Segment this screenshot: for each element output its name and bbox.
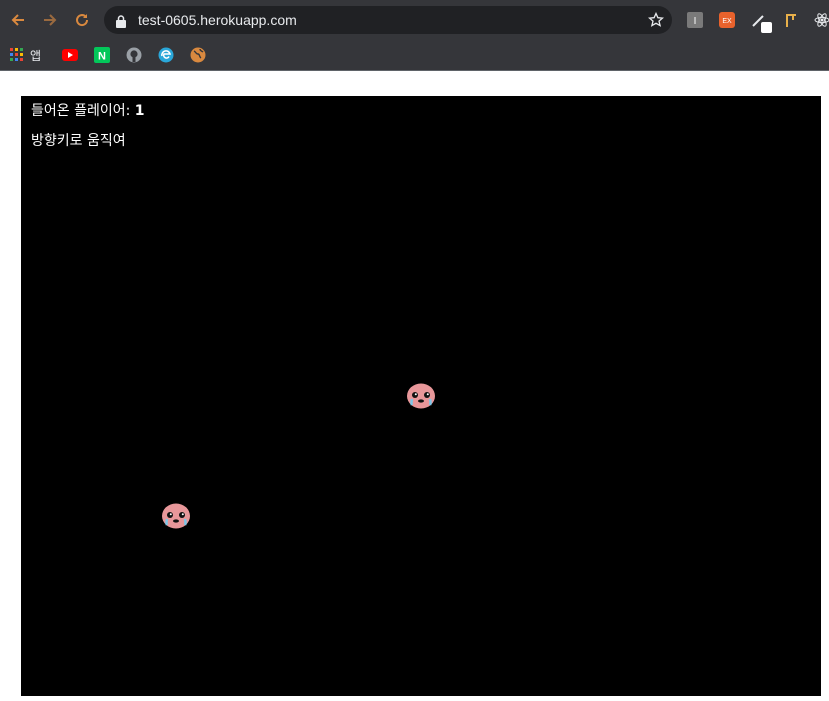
url-text: test-0605.herokuapp.com [138, 12, 297, 28]
player-count-text: 들어온 플레이어: 1 [31, 102, 145, 120]
react-devtools-icon[interactable] [814, 12, 829, 28]
bookmark-apps-label: 앱 [30, 48, 42, 63]
flag-extension-icon[interactable] [784, 12, 800, 28]
bookmark-globe[interactable] [190, 47, 206, 63]
instruction-text: 방향키로 움직여 [31, 133, 126, 149]
bookmark-apps[interactable]: 앱 [10, 47, 41, 63]
ex-extension-icon[interactable]: EX [719, 12, 735, 28]
reload-icon[interactable] [70, 8, 94, 32]
bookmark-naver[interactable]: N [94, 47, 110, 63]
player-count-value: 1 [134, 103, 145, 119]
naver-letter: N [98, 51, 106, 63]
naver-icon: N [94, 47, 110, 63]
github-icon [126, 47, 142, 63]
instapaper-letter: I [694, 16, 697, 27]
bookmark-github[interactable] [126, 47, 142, 63]
instapaper-extension-icon[interactable]: I [687, 12, 703, 28]
game-canvas[interactable]: 들어온 플레이어: 1 방향키로 움직여 [21, 96, 821, 696]
ex-letters: EX [722, 18, 732, 25]
bookmark-edge[interactable] [158, 47, 174, 63]
youtube-icon [62, 49, 78, 61]
globe-icon [190, 47, 206, 63]
edge-icon [158, 47, 174, 63]
lock-icon [116, 13, 126, 32]
player-sprite-player-1 [406, 382, 436, 410]
bookmark-star-icon[interactable] [647, 11, 665, 32]
forward-arrow-icon[interactable] [38, 8, 62, 32]
bookmarks-bar: 앱 N [0, 40, 829, 71]
apps-grid-icon [10, 48, 23, 61]
back-arrow-icon[interactable] [6, 8, 30, 32]
player-count-label: 들어온 플레이어: [31, 103, 135, 119]
browser-toolbar: test-0605.herokuapp.com I EX [0, 0, 829, 40]
bookmark-youtube[interactable] [62, 47, 78, 63]
address-bar[interactable]: test-0605.herokuapp.com [104, 6, 672, 34]
pen-extension-icon[interactable] [751, 12, 772, 33]
player-sprite-player-2 [161, 502, 191, 530]
